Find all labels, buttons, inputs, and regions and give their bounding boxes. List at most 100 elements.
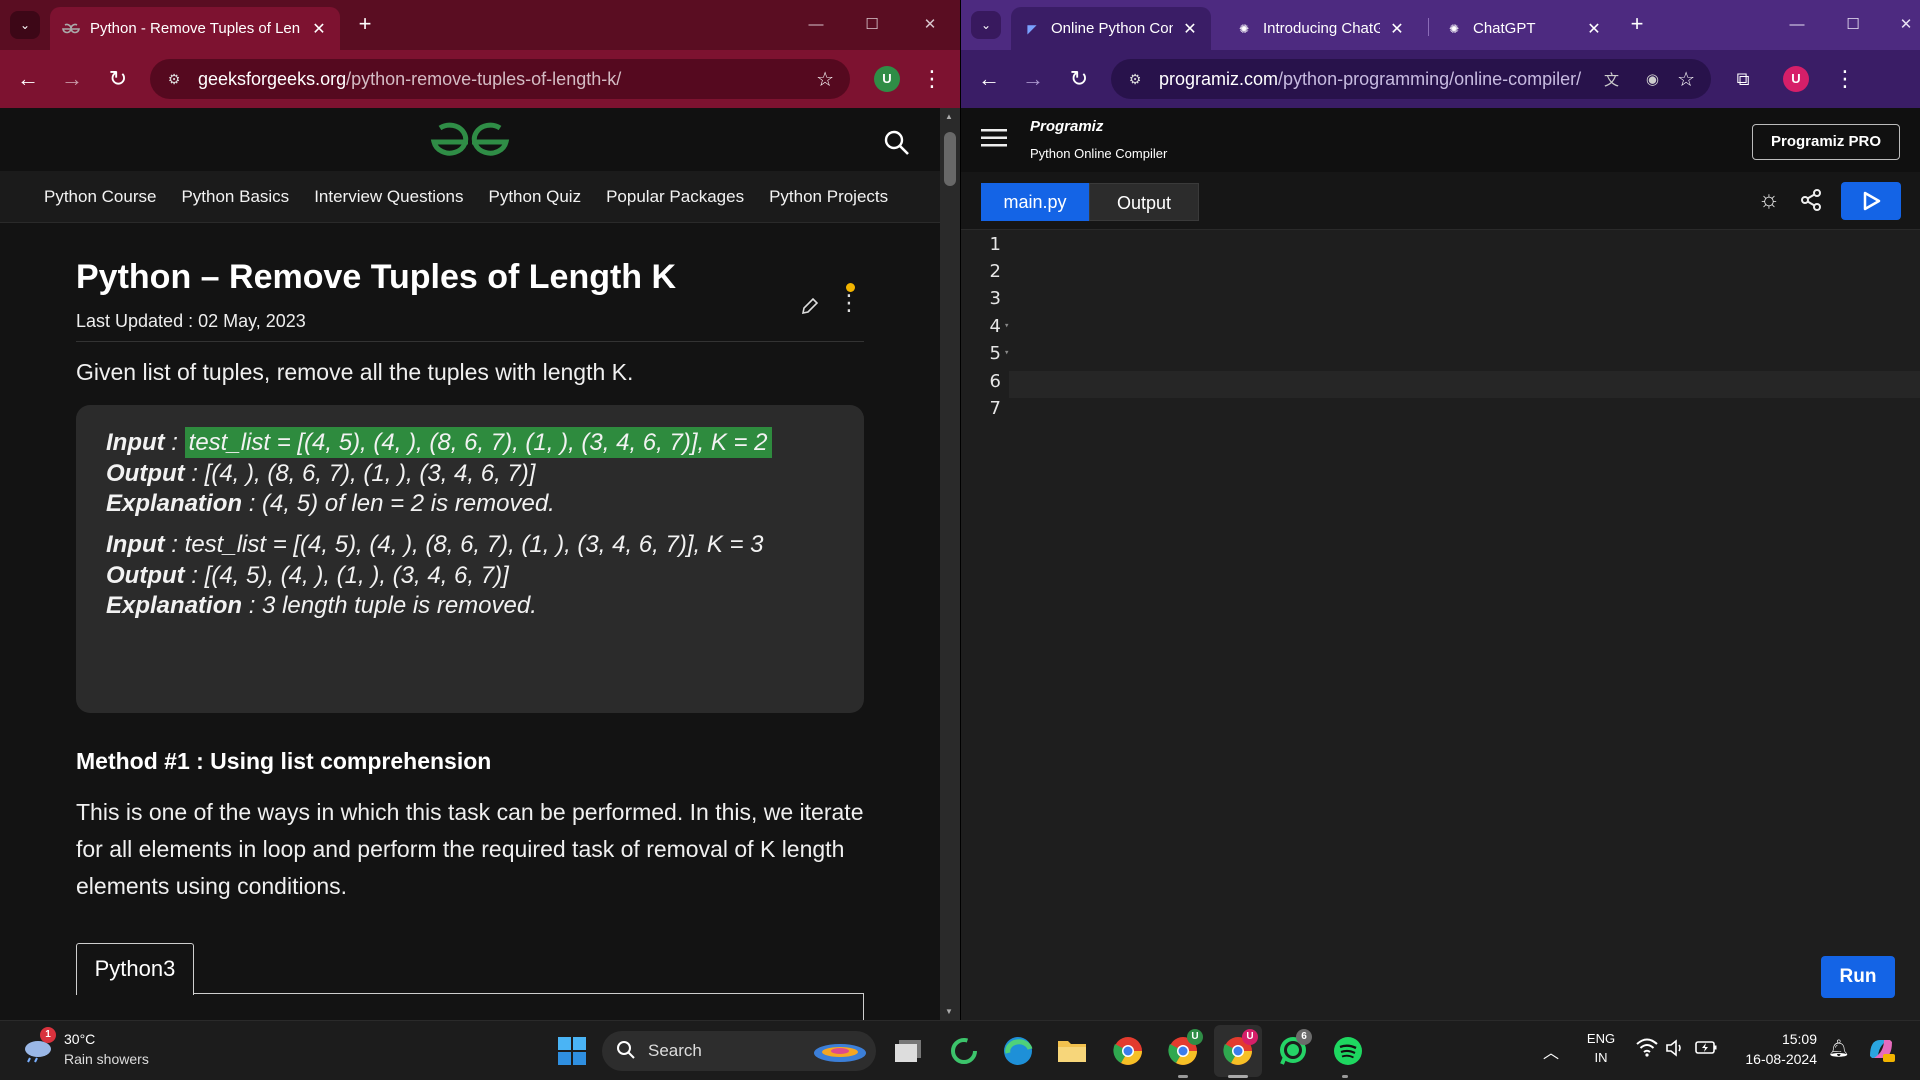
edge-icon[interactable] xyxy=(998,1031,1038,1071)
output-value: [(4, 5), (4, ), (1, ), (3, 4, 6, 7)] xyxy=(204,562,509,589)
wifi-icon[interactable] xyxy=(1636,1037,1658,1062)
reload-button[interactable]: ↻ xyxy=(104,66,132,94)
weather-temp[interactable]: 30°C xyxy=(64,1031,95,1047)
close-tab-icon[interactable]: ✕ xyxy=(1181,19,1199,39)
lang-top[interactable]: ENG xyxy=(1584,1031,1618,1046)
openai-favicon-icon: ✺ xyxy=(1448,21,1460,36)
tab-main-py[interactable]: main.py xyxy=(981,183,1089,221)
url-host: programiz.com xyxy=(1159,68,1279,89)
programiz-logo[interactable]: Programiz xyxy=(1030,118,1103,135)
gfg-logo[interactable] xyxy=(430,120,510,165)
profile-avatar[interactable]: U xyxy=(1783,66,1809,92)
nav-python-projects[interactable]: Python Projects xyxy=(769,187,888,207)
clock-time[interactable]: 15:09 xyxy=(1732,1031,1817,1047)
weather-desc[interactable]: Rain showers xyxy=(64,1051,149,1067)
line-number: 3 xyxy=(989,288,1001,309)
tab-programiz[interactable]: ◤ Online Python Con ✕ xyxy=(1011,7,1211,50)
page-scrollbar[interactable]: ▲ ▼ xyxy=(940,108,960,1020)
site-info-icon[interactable]: ⚙ xyxy=(1125,71,1145,88)
run-play-button[interactable] xyxy=(1841,182,1901,220)
notification-dot xyxy=(846,283,855,292)
minimize-button[interactable]: — xyxy=(796,10,836,40)
spotify-icon[interactable] xyxy=(1328,1031,1368,1071)
extensions-icon[interactable]: ⧉ xyxy=(1729,66,1757,94)
address-bar[interactable]: ⚙ programiz.com/python-programming/onlin… xyxy=(1111,59,1711,99)
taskbar-search-box[interactable]: Search xyxy=(602,1031,876,1071)
back-button[interactable]: ← xyxy=(14,66,42,94)
theme-sun-icon[interactable]: ☼ xyxy=(1758,187,1780,213)
forward-button[interactable]: → xyxy=(58,66,86,94)
maximize-button[interactable]: ☐ xyxy=(852,10,892,40)
url-host: geeksforgeeks.org xyxy=(198,68,347,89)
bookmark-star-icon[interactable]: ☆ xyxy=(816,67,834,92)
close-tab-icon[interactable]: ✕ xyxy=(310,19,328,39)
bookmark-star-icon[interactable]: ☆ xyxy=(1677,67,1695,92)
chrome-profile-badge: U xyxy=(1242,1029,1258,1045)
share-icon[interactable] xyxy=(1799,188,1823,217)
tab-search-button[interactable]: ⌄ xyxy=(971,11,1001,39)
nav-interview-questions[interactable]: Interview Questions xyxy=(314,187,463,207)
notification-bell-icon[interactable]: 🔔︎ xyxy=(1828,1039,1850,1059)
close-tab-icon[interactable]: ✕ xyxy=(1388,19,1406,39)
app-circle-icon[interactable] xyxy=(944,1031,984,1071)
windows-start-icon[interactable] xyxy=(552,1031,592,1071)
address-bar[interactable]: ⚙ geeksforgeeks.org/python-remove-tuples… xyxy=(150,59,850,99)
back-button[interactable]: ← xyxy=(975,66,1003,94)
search-icon xyxy=(616,1040,636,1065)
new-tab-button[interactable]: + xyxy=(352,12,378,38)
copilot-icon[interactable] xyxy=(1866,1034,1896,1069)
tracking-eye-icon[interactable]: ◉ xyxy=(1646,70,1659,88)
minimize-button[interactable]: — xyxy=(1777,10,1817,40)
programiz-pro-button[interactable]: Programiz PRO xyxy=(1752,124,1900,160)
nav-python-course[interactable]: Python Course xyxy=(44,187,156,207)
fold-arrow-icon[interactable]: ▾ xyxy=(1004,321,1009,331)
clock-date[interactable]: 16-08-2024 xyxy=(1732,1051,1817,1067)
tab-chatgpt[interactable]: ✺ ChatGPT ✕ xyxy=(1433,7,1615,50)
scroll-up-icon[interactable]: ▲ xyxy=(945,112,953,121)
chrome-icon[interactable] xyxy=(1108,1031,1148,1071)
run-button[interactable]: Run xyxy=(1821,956,1895,998)
tab-search-button[interactable]: ⌄ xyxy=(10,11,40,39)
battery-icon[interactable] xyxy=(1695,1040,1717,1061)
menu-kebab-icon[interactable]: ⋮ xyxy=(1831,66,1859,94)
nav-popular-packages[interactable]: Popular Packages xyxy=(606,187,744,207)
left-browser-window: ⌄ Python - Remove Tuples of Len ✕ + — ☐ … xyxy=(0,0,960,1020)
menu-kebab-icon[interactable]: ⋮ xyxy=(918,66,946,94)
programiz-page: Programiz Python Online Compiler Program… xyxy=(961,108,1920,1020)
hamburger-menu-icon[interactable] xyxy=(981,128,1007,153)
new-tab-button[interactable]: + xyxy=(1624,12,1650,38)
example2-output: Output : [(4, 5), (4, ), (1, ), (3, 4, 6… xyxy=(106,562,509,589)
python3-code-tab[interactable]: Python3 xyxy=(76,943,194,995)
close-window-button[interactable]: ✕ xyxy=(1891,10,1920,40)
search-icon[interactable] xyxy=(884,130,910,161)
fold-arrow-icon[interactable]: ▾ xyxy=(1004,348,1009,358)
example2-explanation: Explanation : 3 length tuple is removed. xyxy=(106,592,537,619)
nav-python-basics[interactable]: Python Basics xyxy=(181,187,289,207)
tab-gfg[interactable]: Python - Remove Tuples of Len ✕ xyxy=(50,7,340,50)
close-tab-icon[interactable]: ✕ xyxy=(1585,19,1603,39)
chevron-up-icon[interactable]: ︿ xyxy=(1543,1039,1559,1063)
translate-icon[interactable]: 文 xyxy=(1604,69,1619,90)
nav-python-quiz[interactable]: Python Quiz xyxy=(488,187,581,207)
active-line-highlight xyxy=(1009,371,1920,398)
scrollbar-thumb[interactable] xyxy=(944,132,956,186)
intro-text: Given list of tuples, remove all the tup… xyxy=(76,359,634,385)
forward-button[interactable]: → xyxy=(1019,66,1047,94)
scroll-down-icon[interactable]: ▼ xyxy=(945,1007,953,1016)
lang-bottom[interactable]: IN xyxy=(1584,1050,1618,1065)
reload-button[interactable]: ↻ xyxy=(1065,66,1093,94)
maximize-button[interactable]: ☐ xyxy=(1833,10,1873,40)
close-window-button[interactable]: ✕ xyxy=(910,10,950,40)
file-explorer-icon[interactable] xyxy=(1052,1031,1092,1071)
profile-avatar[interactable]: U xyxy=(874,66,900,92)
edit-pencil-icon[interactable] xyxy=(800,296,820,321)
tab-introducing-chatgpt[interactable]: ✺ Introducing ChatG ✕ xyxy=(1223,7,1418,50)
task-view-icon[interactable] xyxy=(888,1031,928,1071)
tab-output[interactable]: Output xyxy=(1089,183,1199,221)
site-info-icon[interactable]: ⚙ xyxy=(164,71,184,88)
compiler-subtitle: Python Online Compiler xyxy=(1030,146,1168,161)
example1-explanation: Explanation : (4, 5) of len = 2 is remov… xyxy=(106,490,555,517)
volume-icon[interactable] xyxy=(1665,1039,1685,1062)
more-options-icon[interactable]: ⋮ xyxy=(838,292,860,314)
tab-title: Python - Remove Tuples of Len xyxy=(90,20,301,37)
